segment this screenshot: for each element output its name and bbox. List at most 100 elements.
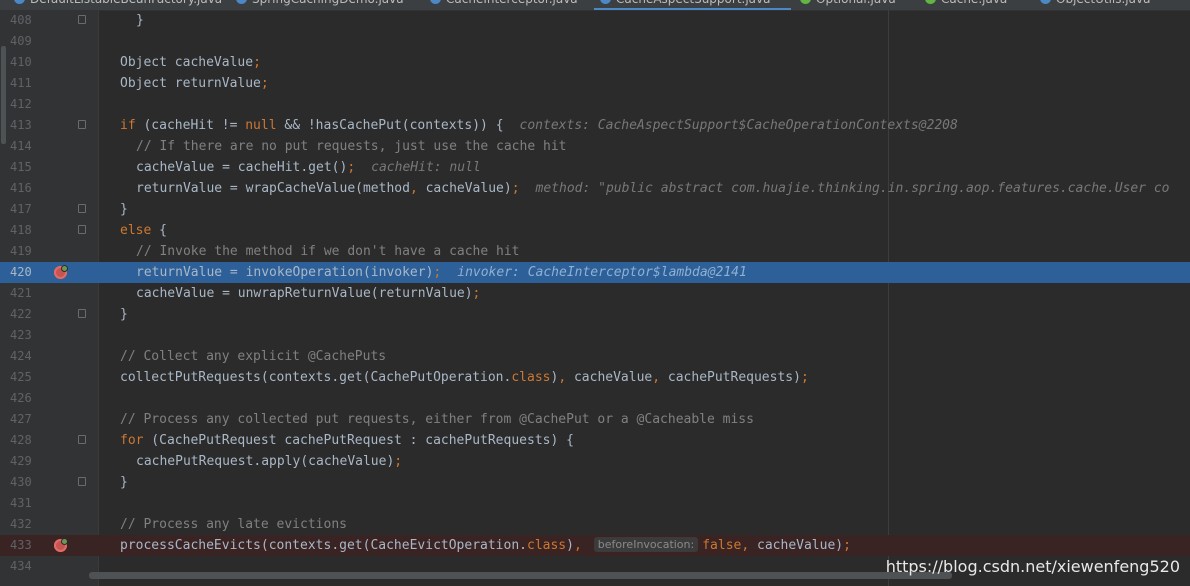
- code-text: cacheValue = unwrapReturnValue(returnVal…: [136, 283, 480, 304]
- line-number: 433: [10, 538, 32, 552]
- code-text: cacheValue = cacheHit.get(); cacheHit: nu…: [136, 157, 481, 178]
- debug-value-hint: contexts: CacheAspectSupport$CacheOperat…: [519, 118, 958, 133]
- code-token: }: [120, 307, 128, 322]
- code-token: for: [120, 433, 144, 448]
- code-token: Object returnValue: [120, 76, 261, 91]
- code-token: ): [566, 538, 574, 553]
- code-token: ;: [253, 55, 261, 70]
- code-line[interactable]: 408}: [0, 10, 1190, 31]
- code-text: }: [136, 10, 144, 31]
- code-line[interactable]: 433 processCacheEvicts(contexts.get(Cache…: [0, 535, 1190, 556]
- code-line[interactable]: 415 cacheValue = cacheHit.get(); cacheHit:…: [0, 157, 1190, 178]
- code-text: // Collect any explicit @CachePuts: [120, 346, 386, 367]
- fold-marker-icon[interactable]: [78, 204, 86, 213]
- code-token: ,: [409, 181, 418, 196]
- code-line[interactable]: 411 Object returnValue;: [0, 73, 1190, 94]
- code-token: ;: [800, 370, 809, 385]
- line-number: 434: [10, 559, 32, 573]
- code-line[interactable]: 426: [0, 388, 1190, 409]
- horizontal-scrollbar[interactable]: [89, 572, 952, 579]
- code-line[interactable]: 427 // Process any collected put requests…: [0, 409, 1190, 430]
- line-number: 420: [10, 265, 32, 279]
- code-text: collectPutRequests(contexts.get(CachePut…: [120, 367, 809, 388]
- debug-value-hint: invoker: CacheInterceptor$lambda@2141: [457, 265, 747, 280]
- code-line[interactable]: 428 for (CachePutRequest cachePutRequest …: [0, 430, 1190, 451]
- fold-marker-icon[interactable]: [78, 435, 86, 444]
- fold-marker-icon[interactable]: [78, 477, 86, 486]
- fold-marker-icon[interactable]: [78, 309, 86, 318]
- line-number: 424: [10, 349, 32, 363]
- code-token: }: [136, 13, 144, 28]
- fold-marker-icon[interactable]: [78, 15, 86, 24]
- code-comment: // If there are no put requests, just us…: [136, 139, 567, 154]
- fold-marker-icon[interactable]: [78, 120, 86, 129]
- line-number: 410: [10, 55, 32, 69]
- code-token: cachePutRequest.apply(cacheValue): [136, 454, 395, 469]
- code-token: if: [120, 118, 136, 133]
- code-line[interactable]: 425 collectPutRequests(contexts.get(Cache…: [0, 367, 1190, 388]
- code-editor[interactable]: 408} 409 410 Object cacheValue; 411 Object re…: [0, 0, 1190, 586]
- code-line[interactable]: 417}: [0, 199, 1190, 220]
- code-line[interactable]: 421 cacheValue = unwrapReturnValue(return…: [0, 283, 1190, 304]
- code-text: Object cacheValue;: [120, 52, 261, 73]
- code-text: // Invoke the method if we don't have a …: [136, 241, 520, 262]
- code-text: Object returnValue;: [120, 73, 269, 94]
- code-token: ;: [511, 181, 520, 196]
- code-text: returnValue = wrapCacheValue(method, cac…: [136, 178, 1169, 199]
- code-token: collectPutRequests(contexts.get(CachePut…: [120, 370, 512, 385]
- code-text: }: [120, 472, 128, 493]
- code-token: cacheValue = cacheHit.get(): [136, 160, 348, 175]
- code-line[interactable]: 429 cachePutRequest.apply(cacheValue);: [0, 451, 1190, 472]
- code-line[interactable]: 410 Object cacheValue;: [0, 52, 1190, 73]
- code-text: else {: [120, 220, 167, 241]
- line-number: 419: [10, 244, 32, 258]
- line-number: 423: [10, 328, 32, 342]
- code-token: }: [120, 475, 128, 490]
- breakpoint-icon[interactable]: [54, 538, 68, 552]
- line-number: 416: [10, 181, 32, 195]
- line-number: 431: [10, 496, 32, 510]
- code-line[interactable]: 432 // Process any late evictions: [0, 514, 1190, 535]
- debug-value-hint: method: "public abstract com.huajie.thin…: [535, 181, 1170, 196]
- code-token: ;: [394, 454, 403, 469]
- code-line[interactable]: 419 // Invoke the method if we don't have…: [0, 241, 1190, 262]
- code-comment: // Invoke the method if we don't have a …: [136, 244, 520, 259]
- current-execution-line[interactable]: 420 returnValue = invokeOperation(invoker…: [0, 262, 1190, 283]
- code-token: class: [527, 538, 567, 553]
- code-line[interactable]: 412: [0, 94, 1190, 115]
- line-number: 409: [10, 34, 32, 48]
- debug-value-hint: cacheHit: null: [371, 160, 481, 175]
- code-text: }: [120, 199, 128, 220]
- code-line[interactable]: 413 if (cacheHit != null && !hasCachePut(…: [0, 115, 1190, 136]
- code-comment: // Process any late evictions: [120, 517, 347, 532]
- code-token: returnValue = wrapCacheValue(method: [136, 181, 410, 196]
- code-token: class: [511, 370, 551, 385]
- fold-marker-icon[interactable]: [78, 225, 86, 234]
- line-number: 422: [10, 307, 32, 321]
- code-line[interactable]: 430}: [0, 472, 1190, 493]
- line-number: 417: [10, 202, 32, 216]
- code-line[interactable]: 414 // If there are no put requests, just…: [0, 136, 1190, 157]
- code-line[interactable]: 409: [0, 31, 1190, 52]
- code-token: cachePutRequests): [660, 370, 801, 385]
- breakpoint-icon[interactable]: [54, 265, 68, 279]
- code-token: ;: [347, 160, 356, 175]
- line-number: 429: [10, 454, 32, 468]
- code-line[interactable]: 423: [0, 325, 1190, 346]
- code-line[interactable]: 431: [0, 493, 1190, 514]
- code-line[interactable]: 418 else {: [0, 220, 1190, 241]
- line-number: 428: [10, 433, 32, 447]
- code-token: cacheValue): [417, 181, 512, 196]
- code-token: }: [120, 202, 128, 217]
- line-number: 413: [10, 118, 32, 132]
- code-line[interactable]: 416 returnValue = wrapCacheValue(method, …: [0, 178, 1190, 199]
- code-line[interactable]: 422}: [0, 304, 1190, 325]
- code-text: // Process any collected put requests, e…: [120, 409, 754, 430]
- code-token: Object cacheValue: [120, 55, 254, 70]
- code-token: cacheValue: [566, 370, 653, 385]
- code-text: processCacheEvicts(contexts.get(CacheEvi…: [120, 535, 851, 556]
- code-line[interactable]: 424 // Collect any explicit @CachePuts: [0, 346, 1190, 367]
- code-token: processCacheEvicts(contexts.get(CacheEvi…: [120, 538, 527, 553]
- code-text: cachePutRequest.apply(cacheValue);: [136, 451, 402, 472]
- parameter-name-hint: beforeInvocation:: [593, 537, 699, 552]
